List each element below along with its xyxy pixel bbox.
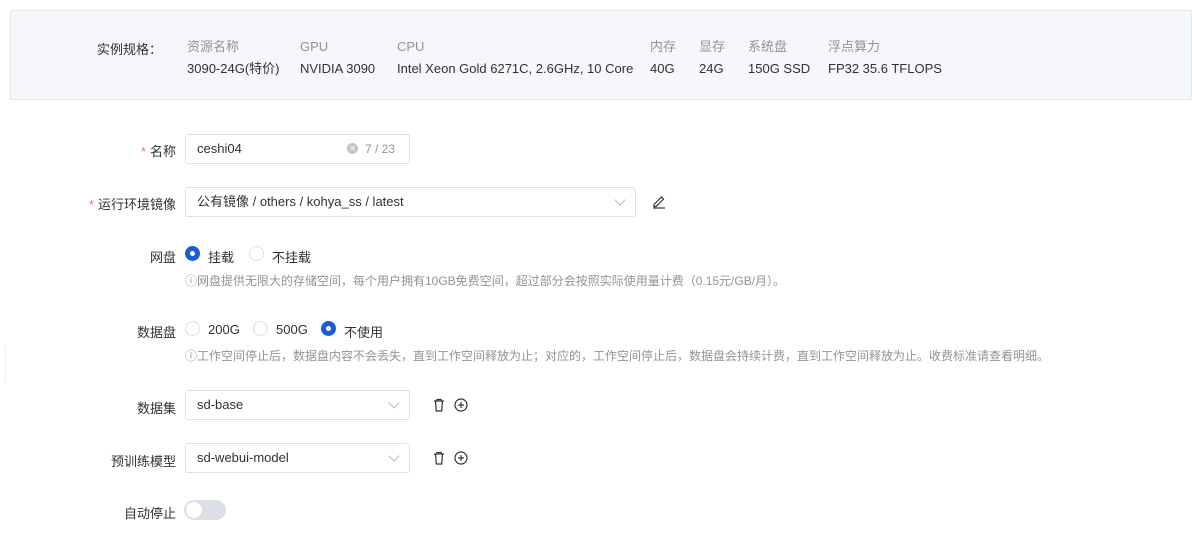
image-select-value: 公有镜像 / others / kohya_ss / latest [197, 194, 404, 209]
spec-col-vram: 显存 24G [699, 38, 725, 78]
spec-value: 3090-24G(特价) [187, 61, 280, 76]
spec-header: GPU [300, 39, 329, 54]
spec-col-cpu: CPU Intel Xeon Gold 6271C, 2.6GHz, 10 Co… [397, 38, 633, 78]
trash-icon[interactable] [431, 450, 447, 466]
required-mark: * [88, 197, 94, 212]
datadisk-200g-label[interactable]: 200G [208, 322, 240, 337]
add-circle-icon[interactable] [453, 450, 469, 466]
image-label: * 运行环境镜像 [89, 194, 176, 213]
spec-col-flops: 浮点算力 FP32 35.6 TFLOPS [828, 38, 942, 78]
datadisk-500g-radio[interactable] [253, 321, 268, 336]
spec-header: 资源名称 [187, 39, 240, 54]
required-mark: * [140, 144, 146, 159]
spec-col-memory: 内存 40G [650, 38, 676, 78]
spec-header: 显存 [699, 39, 726, 54]
autostop-toggle[interactable] [184, 500, 226, 520]
datadisk-hint: ⓘ工作空间停止后，数据盘内容不会丢失，直到工作空间释放为止；对应的，工作空间停止… [185, 349, 1050, 363]
left-edge-divider [0, 346, 6, 382]
name-label: * 名称 [141, 141, 176, 160]
edit-icon[interactable] [651, 193, 667, 209]
netdisk-unmount-label[interactable]: 不挂载 [272, 247, 311, 266]
trash-icon[interactable] [431, 397, 447, 413]
datadisk-none-radio[interactable] [321, 321, 336, 336]
clear-icon[interactable]: ✕ [347, 143, 358, 154]
spec-value: 24G [699, 61, 724, 76]
spec-header: 内存 [650, 39, 677, 54]
spec-value: NVIDIA 3090 [300, 61, 376, 76]
spec-value: FP32 35.6 TFLOPS [828, 61, 942, 76]
dataset-label: 数据集 [136, 401, 176, 416]
image-select[interactable]: 公有镜像 / others / kohya_ss / latest [185, 187, 636, 217]
name-input-value: ceshi04 [197, 141, 242, 156]
netdisk-label: 网盘 [149, 250, 176, 265]
spec-col-resource: 资源名称 3090-24G(特价) [187, 38, 279, 78]
spec-col-system-disk: 系统盘 150G SSD [748, 38, 810, 78]
pretrained-label: 预训练模型 [110, 454, 176, 469]
datadisk-500g-label[interactable]: 500G [276, 322, 308, 337]
add-circle-icon[interactable] [453, 397, 469, 413]
netdisk-hint: ⓘ网盘提供无限大的存储空间，每个用户拥有10GB免费空间，超过部分会按照实际使用… [185, 274, 786, 288]
spec-value: 150G SSD [748, 61, 811, 76]
instance-spec-panel: 实例规格： 资源名称 3090-24G(特价) GPU NVIDIA 3090 … [10, 10, 1192, 100]
dataset-select[interactable]: sd-base [185, 390, 410, 420]
spec-header: 浮点算力 [828, 39, 881, 54]
netdisk-mount-label[interactable]: 挂载 [208, 247, 234, 266]
datadisk-label: 数据盘 [136, 325, 176, 340]
name-label-text: 名称 [149, 144, 176, 159]
spec-header: CPU [397, 39, 425, 54]
pretrained-select-value: sd-webui-model [197, 450, 289, 465]
image-label-text: 运行环境镜像 [97, 197, 176, 212]
spec-title: 实例规格： [97, 42, 163, 57]
spec-value: 40G [650, 61, 675, 76]
autostop-label: 自动停止 [123, 506, 176, 521]
pretrained-select[interactable]: sd-webui-model [185, 443, 410, 473]
dataset-select-value: sd-base [197, 397, 244, 412]
netdisk-mount-radio[interactable] [185, 246, 200, 261]
datadisk-200g-radio[interactable] [185, 321, 200, 336]
name-char-counter: 7 / 23 [365, 142, 396, 156]
datadisk-none-label[interactable]: 不使用 [344, 322, 383, 341]
spec-header: 系统盘 [748, 39, 788, 54]
spec-col-gpu: GPU NVIDIA 3090 [300, 38, 375, 78]
netdisk-unmount-radio[interactable] [249, 246, 264, 261]
spec-value: Intel Xeon Gold 6271C, 2.6GHz, 10 Core [397, 61, 634, 76]
